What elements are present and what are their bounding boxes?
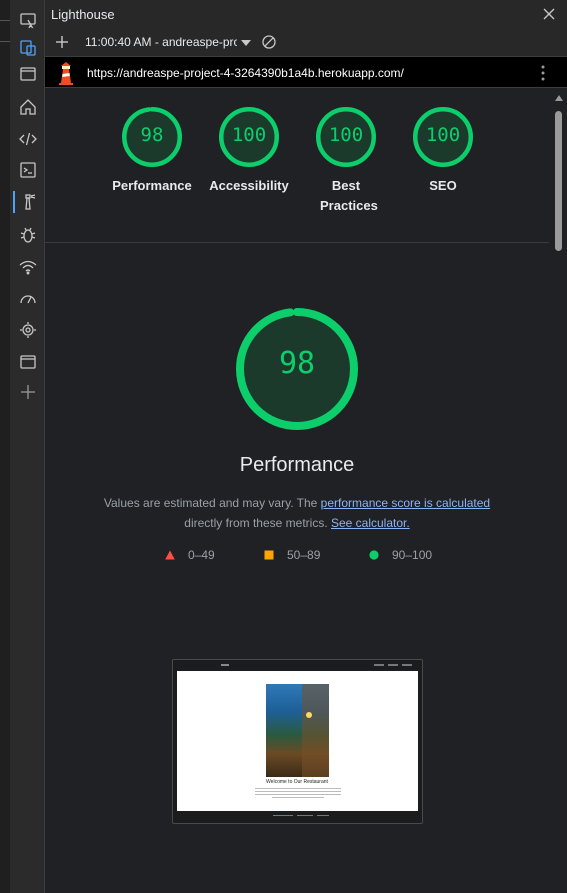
thumbnail-footer <box>177 813 418 819</box>
gauge-seo[interactable]: 100 SEO <box>393 106 493 196</box>
window-icon[interactable] <box>17 63 39 85</box>
gauge-accessibility[interactable]: 100 Accessibility <box>199 106 299 196</box>
circle-icon <box>369 550 379 560</box>
report-url-bar: https://andreaspe-project-4-3264390b1a4b… <box>45 56 567 88</box>
thumbnail-page: Welcome to Our Restaurant <box>177 671 418 811</box>
scroll-up-icon[interactable] <box>555 95 563 101</box>
add-icon[interactable] <box>17 381 39 403</box>
gauge-score: 100 <box>231 124 267 146</box>
scrollbar[interactable] <box>549 88 567 893</box>
legend-pass: 90–100 <box>369 548 432 562</box>
memory-icon[interactable] <box>17 319 39 341</box>
report-url: https://andreaspe-project-4-3264390b1a4b… <box>87 66 404 80</box>
devtools-window: Lighthouse 11:00:40 AM - andreaspe-pro h… <box>0 0 567 893</box>
gauge-score: 98 <box>140 124 164 146</box>
scrollbar-thumb[interactable] <box>555 111 562 251</box>
performance-description: Values are estimated and may vary. The p… <box>85 493 509 533</box>
legend-label: 90–100 <box>392 548 433 562</box>
gauge-label: SEO <box>429 178 457 193</box>
gauge-best-practices[interactable]: 100 Best Practices <box>296 106 396 216</box>
see-calculator-link[interactable]: See calculator. <box>331 516 410 530</box>
elements-icon[interactable] <box>17 128 39 150</box>
legend-label: 0–49 <box>188 548 215 562</box>
gauge-score: 100 <box>328 124 364 146</box>
gauge-label: Performance <box>112 178 192 193</box>
score-calculated-link[interactable]: performance score is calculated <box>321 496 490 510</box>
lighthouse-icon[interactable] <box>17 191 39 213</box>
more-options-icon[interactable] <box>541 65 545 81</box>
performance-score-large: 98 <box>278 346 316 381</box>
thumbnail-heading: Welcome to Our Restaurant <box>266 779 328 785</box>
performance-heading: Performance <box>239 454 355 476</box>
report-selector[interactable]: 11:00:40 AM - andreaspe-pro <box>85 35 237 49</box>
category-gauges: 98 Performance 100 Accessibility 100 Bes… <box>45 106 549 226</box>
inspect-icon[interactable] <box>17 37 39 59</box>
wifi-icon[interactable] <box>17 256 39 278</box>
performance-icon[interactable] <box>17 288 39 310</box>
legend-average: 50–89 <box>264 548 320 562</box>
gauge-score: 100 <box>425 124 461 146</box>
legend-fail: 0–49 <box>165 548 215 562</box>
desc-text: Values are estimated and may vary. The <box>103 496 321 510</box>
lighthouse-panel: Lighthouse 11:00:40 AM - andreaspe-pro h… <box>45 0 567 893</box>
gauge-label: Best Practices <box>320 178 378 213</box>
chevron-down-icon[interactable] <box>241 39 251 47</box>
restaurant-image <box>266 684 329 777</box>
thumbnail-navbar <box>177 663 418 671</box>
active-tool-indicator <box>13 191 15 213</box>
score-scale-legend: 0–49 50–89 90–100 <box>45 548 549 568</box>
lighthouse-logo-icon <box>59 62 73 85</box>
device-emulation-icon[interactable] <box>17 10 39 32</box>
report-content: 98 Performance 100 Accessibility 100 Bes… <box>45 88 549 893</box>
close-icon[interactable] <box>541 6 557 22</box>
host-edge-strip <box>0 0 10 893</box>
final-screenshot-thumbnail[interactable]: Welcome to Our Restaurant <box>172 659 423 824</box>
lighthouse-toolbar: 11:00:40 AM - andreaspe-pro <box>45 30 567 56</box>
application-icon[interactable] <box>17 351 39 373</box>
legend-label: 50–89 <box>287 548 321 562</box>
panel-title: Lighthouse <box>51 7 115 22</box>
clear-all-icon[interactable] <box>261 34 277 50</box>
gauge-performance[interactable]: 98 Performance <box>102 106 202 196</box>
square-icon <box>264 550 274 560</box>
section-divider <box>45 242 549 243</box>
bug-icon[interactable] <box>17 224 39 246</box>
panel-titlebar: Lighthouse <box>45 0 567 30</box>
console-icon[interactable] <box>17 159 39 181</box>
gauge-label: Accessibility <box>209 178 289 193</box>
activity-bar <box>0 0 45 893</box>
triangle-icon <box>165 550 175 560</box>
home-icon[interactable] <box>17 96 39 118</box>
desc-text: directly from these metrics. <box>184 516 331 530</box>
new-report-icon[interactable] <box>54 34 70 50</box>
